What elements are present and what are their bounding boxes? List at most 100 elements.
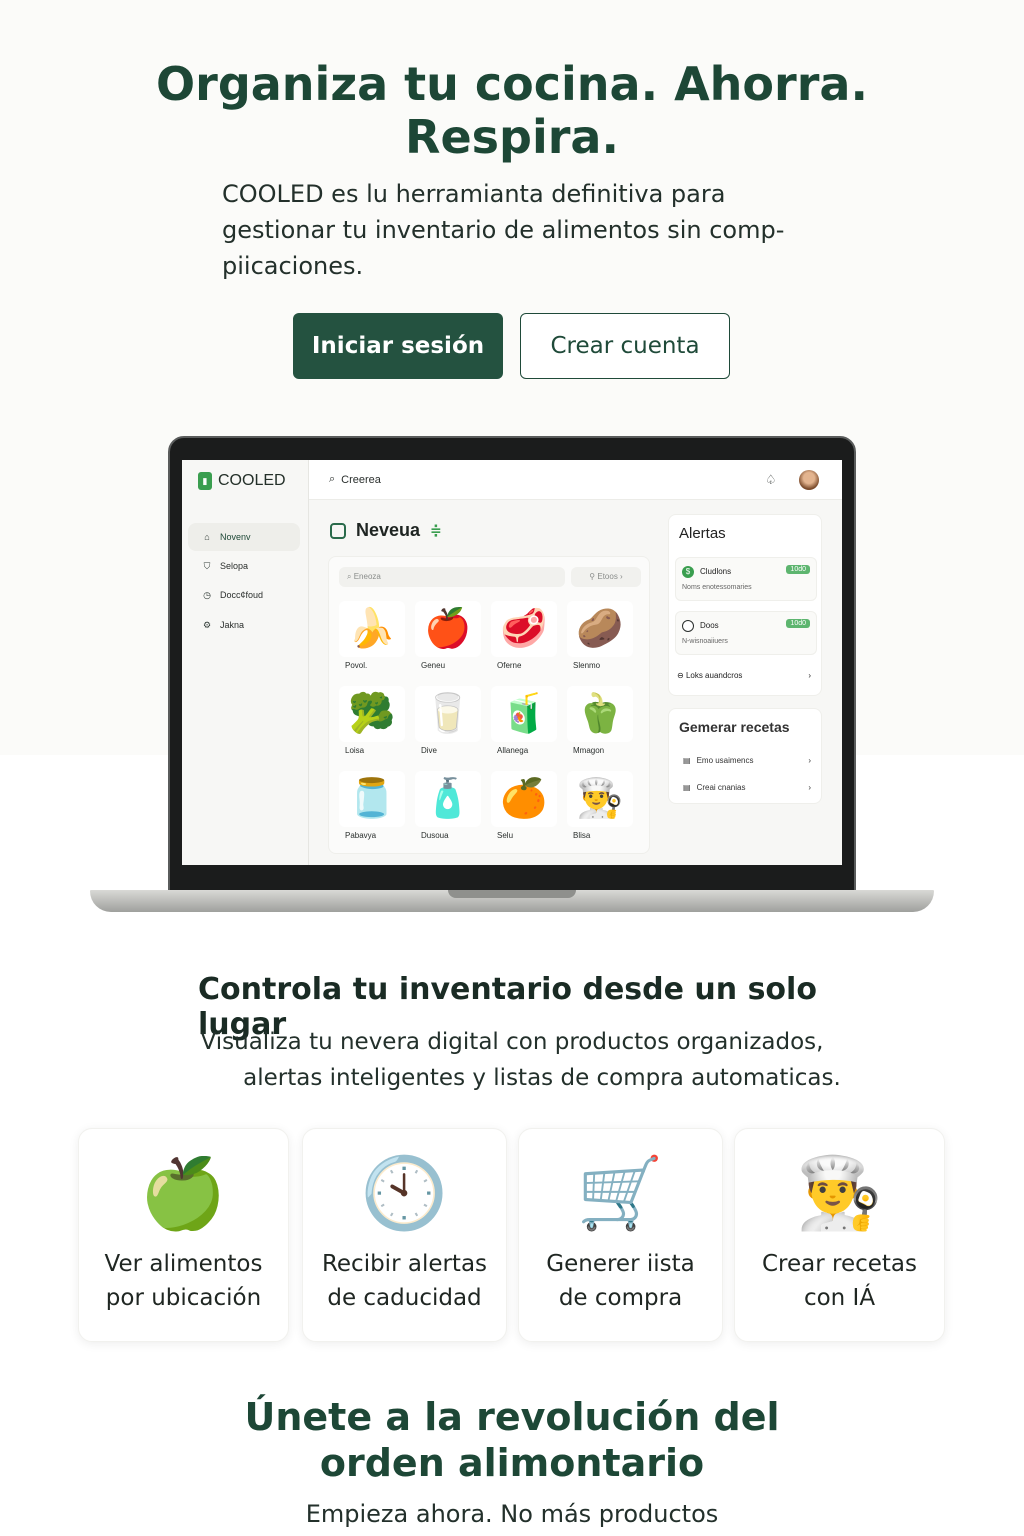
product-card[interactable]: 🥦 Loisa xyxy=(337,686,407,768)
recipes-title: Gemerar recetas xyxy=(679,719,790,735)
sidebar-item-selopa[interactable]: ⛉ Selopa xyxy=(188,552,300,580)
banana-icon: 🍌 xyxy=(339,601,405,657)
sidebar-item-label: Docc¢foud xyxy=(220,590,264,600)
top-search[interactable]: ⌕ Creerea xyxy=(329,473,381,486)
milk-icon: 🥛 xyxy=(415,686,481,742)
product-card[interactable]: 🫑 Mmagon xyxy=(565,686,635,768)
shield-icon: ⛉ xyxy=(203,561,211,571)
sidebar-item-jakna[interactable]: ⚙ Jakna xyxy=(188,611,300,639)
cta-subtitle: Empieza ahora. No más productos xyxy=(305,1500,719,1528)
sidebar-item-label: Selopa xyxy=(220,561,249,571)
pepper-icon: 🫑 xyxy=(567,686,633,742)
product-card[interactable]: 🍌 Povol. xyxy=(337,601,407,683)
hero-title-line2: Respira. xyxy=(405,110,619,164)
apple-icon: 🍎 xyxy=(415,601,481,657)
recipes-panel: Gemerar recetas ▤ Emo usaimencs › ▤ Crea… xyxy=(668,708,822,804)
fridge-title: Neveua xyxy=(356,520,421,540)
alert-sub: Noms enotessomaries xyxy=(682,584,752,591)
product-card[interactable]: 🥛 Dive xyxy=(413,686,483,768)
login-button[interactable]: Iniciar sesión xyxy=(293,313,503,379)
product-label: Blisa xyxy=(573,831,591,840)
sidebar-item-novenv[interactable]: ⌂ Novenv xyxy=(188,523,300,551)
recipe-label: Emo usaimencs xyxy=(696,755,754,765)
product-card[interactable]: 🧴 Dusoua xyxy=(413,771,483,853)
chevron-right-icon: › xyxy=(808,755,811,765)
product-label: Mmagon xyxy=(573,746,605,755)
feature-label: Generer iista de compra xyxy=(546,1251,695,1311)
signup-button[interactable]: Crear cuenta xyxy=(520,313,730,379)
app-logo: ▮ COOLED xyxy=(198,472,286,490)
cta-title-line1: Únete a la revolución del xyxy=(244,1395,780,1439)
grid-search-input[interactable]: ⌕ Eneoza xyxy=(339,567,565,587)
apple-icon: 🍏 xyxy=(139,1154,228,1232)
chevron-right-icon: › xyxy=(808,782,811,792)
product-label: Loisa xyxy=(345,746,365,755)
sliders-icon[interactable]: ≑ xyxy=(430,522,442,539)
orange-icon: 🍊 xyxy=(491,771,557,827)
product-card[interactable]: 🍊 Selu xyxy=(489,771,559,853)
product-card[interactable]: 🍎 Geneu xyxy=(413,601,483,683)
list-icon: ⊖ xyxy=(677,671,684,680)
alerts-more-link[interactable]: ⊖ Loks auandcros › xyxy=(677,671,811,680)
product-card[interactable]: 🫙 Pabavya xyxy=(337,771,407,853)
alert-card[interactable]: $ Cludlons Noms enotessomaries 10d0 xyxy=(675,557,817,601)
feature-card-recipes[interactable]: 👨‍🍳 Crear recetas con IÁ xyxy=(734,1128,945,1342)
meat-icon: 🥩 xyxy=(491,601,557,657)
product-label: Allanega xyxy=(497,746,529,755)
alert-sub: N-wisnoaiiuers xyxy=(682,638,728,645)
app-brand: COOLED xyxy=(218,472,286,489)
feature-label: Crear recetas con IÁ xyxy=(761,1251,917,1311)
feature-card-location[interactable]: 🍏 Ver alimentos por ubicación xyxy=(78,1128,289,1342)
fridge-grid: ⌕ Eneoza ⚲ Etoos › 🍌 Povol. 🍎 Geneu 🥩 Ofern… xyxy=(328,556,650,854)
cta-title-line2: orden alimontario xyxy=(319,1441,705,1485)
laptop-notch xyxy=(448,890,576,898)
feature-card-alerts[interactable]: 🕙 Recibir alertas de caducidad xyxy=(302,1128,507,1342)
fridge-icon xyxy=(330,522,346,539)
product-card[interactable]: 🥩 Oferne xyxy=(489,601,559,683)
recipe-row[interactable]: ▤ Emo usaimencs › xyxy=(675,749,817,771)
hero-subtitle: COOLED es lu herramianta definitiva para… xyxy=(222,180,785,280)
document-icon: ▤ xyxy=(683,782,691,792)
sidebar-item-doccfoud[interactable]: ◷ Docc¢foud xyxy=(188,581,300,609)
product-card[interactable]: 👨‍🍳 Blisa xyxy=(565,771,635,853)
product-label: Slenmo xyxy=(573,661,601,670)
alerts-title: Alertas xyxy=(679,525,726,542)
section-subtitle: Visualiza tu nevera digital con producto… xyxy=(0,1024,1024,1096)
cart-icon: 🛒 xyxy=(576,1154,665,1232)
broccoli-icon: 🥦 xyxy=(339,686,405,742)
product-label: Geneu xyxy=(421,661,446,670)
hero-title: Organiza tu cocina. Ahorra. Respira. xyxy=(0,58,1024,164)
gear-icon: ⚙ xyxy=(202,620,212,630)
chef-icon: 👨‍🍳 xyxy=(795,1154,884,1232)
feature-card-shopping[interactable]: 🛒 Generer iista de compra xyxy=(518,1128,723,1342)
jar-icon: 🫙 xyxy=(339,771,405,827)
top-search-text: Creerea xyxy=(341,473,381,486)
alert-name: Cludlons xyxy=(700,567,732,576)
product-label: Selu xyxy=(497,831,514,840)
product-card[interactable]: 🥔 Slenmo xyxy=(565,601,635,683)
product-label: Pabavya xyxy=(345,831,377,840)
feature-label: Ver alimentos por ubicación xyxy=(104,1251,263,1311)
alerts-panel: Alertas $ Cludlons Noms enotessomaries 1… xyxy=(668,514,822,696)
feature-label: Recibir alertas de caducidad xyxy=(321,1251,488,1311)
bottle-icon: 🧴 xyxy=(415,771,481,827)
alert-name: Doos xyxy=(700,621,719,630)
alerts-link-label: Loks auandcros xyxy=(685,671,743,680)
fridge-header: Neveua ≑ xyxy=(330,520,442,541)
app-topbar: ⌕ Creerea ♤ xyxy=(309,460,842,500)
alert-badge: 10d0 xyxy=(786,619,810,628)
product-card[interactable]: 🧃 Allanega xyxy=(489,686,559,768)
clock-icon: ◷ xyxy=(203,590,211,600)
grid-filter-button[interactable]: ⚲ Etoos › xyxy=(571,567,641,587)
recipe-row[interactable]: ▤ Creai cnanias › xyxy=(675,776,817,798)
product-label: Dive xyxy=(421,746,438,755)
hero-title-line1: Organiza tu cocina. Ahorra. xyxy=(156,57,868,111)
alert-card[interactable]: Doos N-wisnoaiiuers 10d0 xyxy=(675,611,817,655)
avatar[interactable] xyxy=(799,470,819,490)
product-label: Povol. xyxy=(345,661,368,670)
bell-icon[interactable]: ♤ xyxy=(765,472,777,488)
juice-icon: 🧃 xyxy=(491,686,557,742)
search-icon: ⌕ xyxy=(329,473,336,485)
document-icon: ▤ xyxy=(683,755,691,765)
logo-icon: ▮ xyxy=(198,472,212,490)
